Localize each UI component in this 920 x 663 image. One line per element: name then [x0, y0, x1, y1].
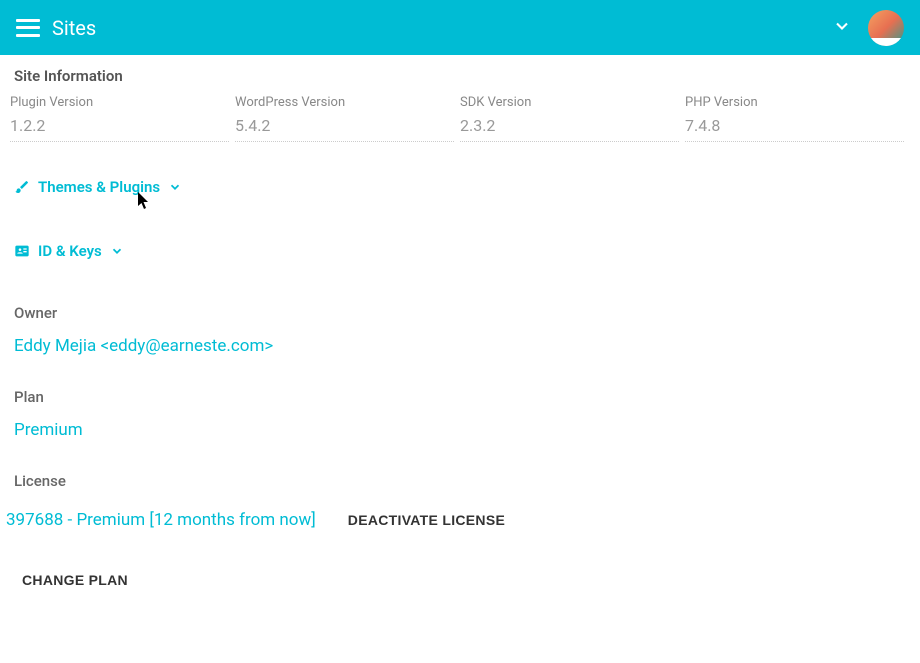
plugin-version-cell: Plugin Version 1.2.2 — [10, 91, 235, 146]
php-version-cell: PHP Version 7.4.8 — [685, 91, 910, 146]
brush-icon — [14, 179, 30, 195]
plugin-version-value[interactable]: 1.2.2 — [10, 116, 229, 142]
hamburger-menu-icon[interactable] — [16, 19, 40, 37]
main-content: Site Information Plugin Version 1.2.2 Wo… — [0, 55, 920, 604]
sdk-version-label: SDK Version — [460, 95, 685, 110]
plugin-version-label: Plugin Version — [10, 95, 235, 110]
wp-version-cell: WordPress Version 5.4.2 — [235, 91, 460, 146]
license-label: License — [0, 460, 920, 498]
deactivate-license-button[interactable]: Deactivate License — [332, 504, 521, 536]
plan-label: Plan — [0, 376, 920, 414]
change-plan-wrap: Change Plan — [0, 556, 920, 604]
owner-link[interactable]: Eddy Mejia <eddy@earneste.com> — [0, 330, 920, 376]
header-left: Sites — [16, 16, 96, 40]
user-avatar[interactable] — [868, 10, 904, 46]
php-version-label: PHP Version — [685, 95, 910, 110]
sdk-version-cell: SDK Version 2.3.2 — [460, 91, 685, 146]
site-info-grid: Plugin Version 1.2.2 WordPress Version 5… — [0, 91, 920, 146]
id-keys-label: ID & Keys — [38, 242, 102, 260]
sdk-version-value[interactable]: 2.3.2 — [460, 116, 679, 142]
chevron-down-icon — [832, 16, 852, 36]
page-title: Sites — [52, 16, 96, 40]
id-card-icon — [14, 243, 30, 259]
app-header: Sites — [0, 0, 920, 55]
chevron-down-icon — [168, 180, 182, 194]
themes-plugins-toggle[interactable]: Themes & Plugins — [0, 164, 920, 210]
license-row: 397688 - Premium [12 months from now] De… — [0, 498, 920, 556]
wp-version-label: WordPress Version — [235, 95, 460, 110]
license-link[interactable]: 397688 - Premium [12 months from now] — [6, 510, 316, 530]
chevron-down-icon — [110, 244, 124, 258]
change-plan-button[interactable]: Change Plan — [6, 564, 144, 596]
themes-plugins-label: Themes & Plugins — [38, 178, 160, 196]
wp-version-value[interactable]: 5.4.2 — [235, 116, 454, 142]
owner-label: Owner — [0, 292, 920, 330]
plan-link[interactable]: Premium — [0, 414, 920, 460]
id-keys-toggle[interactable]: ID & Keys — [0, 228, 920, 274]
php-version-value[interactable]: 7.4.8 — [685, 116, 904, 142]
header-dropdown-toggle[interactable] — [832, 16, 852, 40]
site-info-heading: Site Information — [0, 55, 920, 91]
header-right — [832, 10, 904, 46]
